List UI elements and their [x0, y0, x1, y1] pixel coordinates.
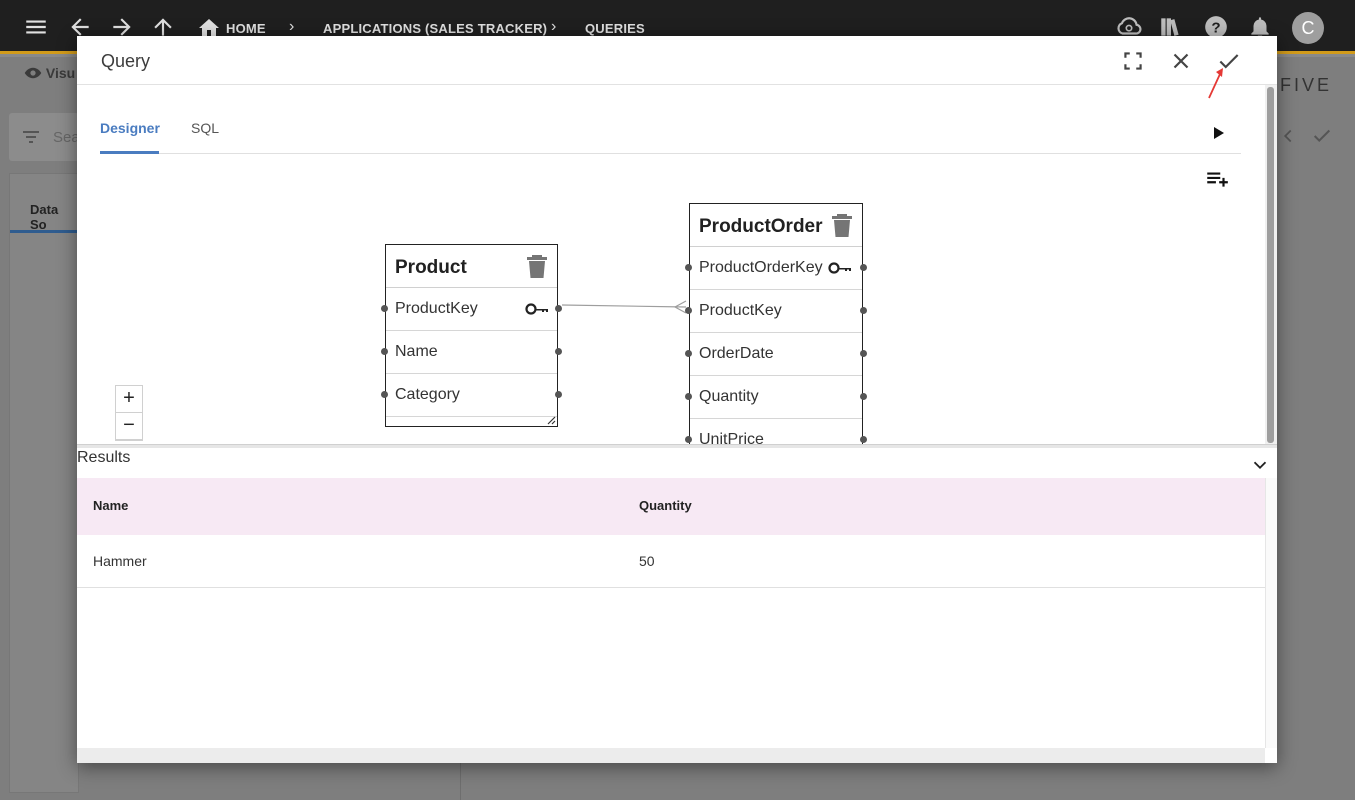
table-name: ProductOrder: [699, 216, 823, 237]
visual-text: Visu: [45, 65, 76, 81]
results-grid: Name Quantity Hammer 50: [77, 478, 1265, 748]
connector-left[interactable]: [685, 393, 692, 400]
search-field[interactable]: Sea: [9, 113, 80, 161]
active-tab-indicator: [100, 151, 159, 154]
connector-right[interactable]: [555, 348, 562, 355]
close-icon[interactable]: [1277, 125, 1299, 147]
connector-left[interactable]: [381, 391, 388, 398]
results-label: Results: [77, 449, 131, 466]
table-productorder[interactable]: ProductOrder ProductOrderKey ProductKey …: [685, 203, 867, 444]
field-row[interactable]: Category: [381, 374, 562, 417]
connector-left[interactable]: [685, 307, 692, 314]
field-row[interactable]: ProductKey: [685, 290, 867, 333]
menu-icon[interactable]: [23, 14, 49, 40]
connector-left[interactable]: [685, 350, 692, 357]
column-header-quantity[interactable]: Quantity: [639, 498, 692, 513]
play-icon[interactable]: [1205, 120, 1231, 146]
visual-label: Visu: [24, 65, 75, 81]
chevron-down-icon[interactable]: [1249, 454, 1271, 476]
field-row[interactable]: ProductOrderKey: [685, 247, 867, 290]
table-header[interactable]: Product: [386, 245, 557, 288]
field-name: ProductKey: [699, 302, 782, 319]
relationship-lines: [561, 300, 687, 314]
designer-scrollbar[interactable]: [1265, 85, 1277, 445]
field-row[interactable]: ProductKey: [381, 288, 562, 331]
close-icon[interactable]: [1168, 48, 1194, 74]
dialog-title: Query: [101, 51, 151, 71]
annotation-arrow: [1208, 68, 1223, 99]
zoom-in-button[interactable]: +: [116, 386, 142, 413]
breadcrumb-application[interactable]: APPLICATIONS (SALES TRACKER): [323, 21, 547, 36]
avatar[interactable]: C: [1292, 12, 1324, 44]
trash-icon[interactable]: [831, 212, 853, 238]
tab-indicator: [10, 230, 80, 233]
key-icon: [828, 262, 851, 274]
field-name: UnitPrice: [699, 431, 764, 444]
form-actions: [1277, 113, 1347, 161]
check-icon[interactable]: [1311, 125, 1333, 147]
table-row[interactable]: Hammer 50: [77, 535, 1265, 588]
side-panel: Data So: [9, 173, 80, 793]
breadcrumb-queries[interactable]: QUERIES: [585, 21, 645, 36]
connector-left[interactable]: [685, 436, 692, 443]
connector-right[interactable]: [860, 436, 867, 443]
key-icon: [525, 303, 548, 315]
resize-handle-icon[interactable]: [546, 415, 556, 425]
zoom-controls: + −: [115, 385, 143, 441]
svg-text:?: ?: [1211, 19, 1220, 36]
connector-right[interactable]: [555, 305, 562, 312]
field-name: ProductKey: [395, 300, 478, 317]
query-dialog: Query Designer SQL Product ProductKey Na…: [77, 36, 1277, 763]
tab-designer[interactable]: Designer: [100, 120, 160, 154]
tab-data-source[interactable]: Data So: [30, 202, 78, 232]
connector-left[interactable]: [381, 305, 388, 312]
scrollbar-thumb[interactable]: [1267, 87, 1274, 443]
field-name: Category: [395, 386, 460, 403]
relationship-line: [561, 304, 687, 308]
field-name: ProductOrderKey: [699, 259, 823, 276]
connector-right[interactable]: [555, 391, 562, 398]
results-header: Results: [77, 448, 1277, 478]
dialog-header: Query: [77, 36, 1277, 85]
filter-icon: [23, 131, 39, 143]
connector-right[interactable]: [860, 307, 867, 314]
cell-quantity: 50: [639, 553, 655, 569]
connector-right[interactable]: [860, 264, 867, 271]
field-row[interactable]: Name: [381, 331, 562, 374]
field-name: Name: [395, 343, 438, 360]
connector-left[interactable]: [381, 348, 388, 355]
connector-left[interactable]: [685, 264, 692, 271]
breadcrumb-home[interactable]: HOME: [226, 21, 266, 36]
field-row[interactable]: OrderDate: [685, 333, 867, 376]
trash-icon[interactable]: [526, 253, 548, 279]
breadcrumb-separator: ›: [551, 18, 557, 35]
eye-icon: [24, 67, 42, 79]
connector-right[interactable]: [860, 350, 867, 357]
search-placeholder: Sea: [53, 129, 80, 146]
field-name: Quantity: [699, 388, 759, 405]
query-tabs: Designer SQL: [100, 120, 1241, 154]
zoom-out-button[interactable]: −: [116, 413, 142, 440]
column-header-name[interactable]: Name: [93, 498, 128, 513]
field-row[interactable]: UnitPrice: [685, 419, 867, 444]
connector-right[interactable]: [860, 393, 867, 400]
grid-header-row: Name Quantity: [77, 478, 1265, 535]
tab-sql[interactable]: SQL: [191, 120, 219, 154]
table-header[interactable]: ProductOrder: [690, 204, 862, 247]
table-name: Product: [395, 257, 467, 278]
table-product[interactable]: Product ProductKey Name Category: [381, 244, 562, 427]
field-name: OrderDate: [699, 345, 774, 362]
field-row[interactable]: Quantity: [685, 376, 867, 419]
grid-vertical-scrollbar[interactable]: [1265, 478, 1277, 748]
designer-canvas[interactable]: Product ProductKey Name Category Product…: [77, 156, 1265, 444]
logo: FIVE: [1280, 75, 1333, 95]
fullscreen-icon[interactable]: [1120, 48, 1146, 74]
cell-name: Hammer: [93, 553, 147, 569]
breadcrumb-separator: ›: [289, 18, 295, 35]
grid-horizontal-scrollbar[interactable]: [77, 748, 1265, 763]
